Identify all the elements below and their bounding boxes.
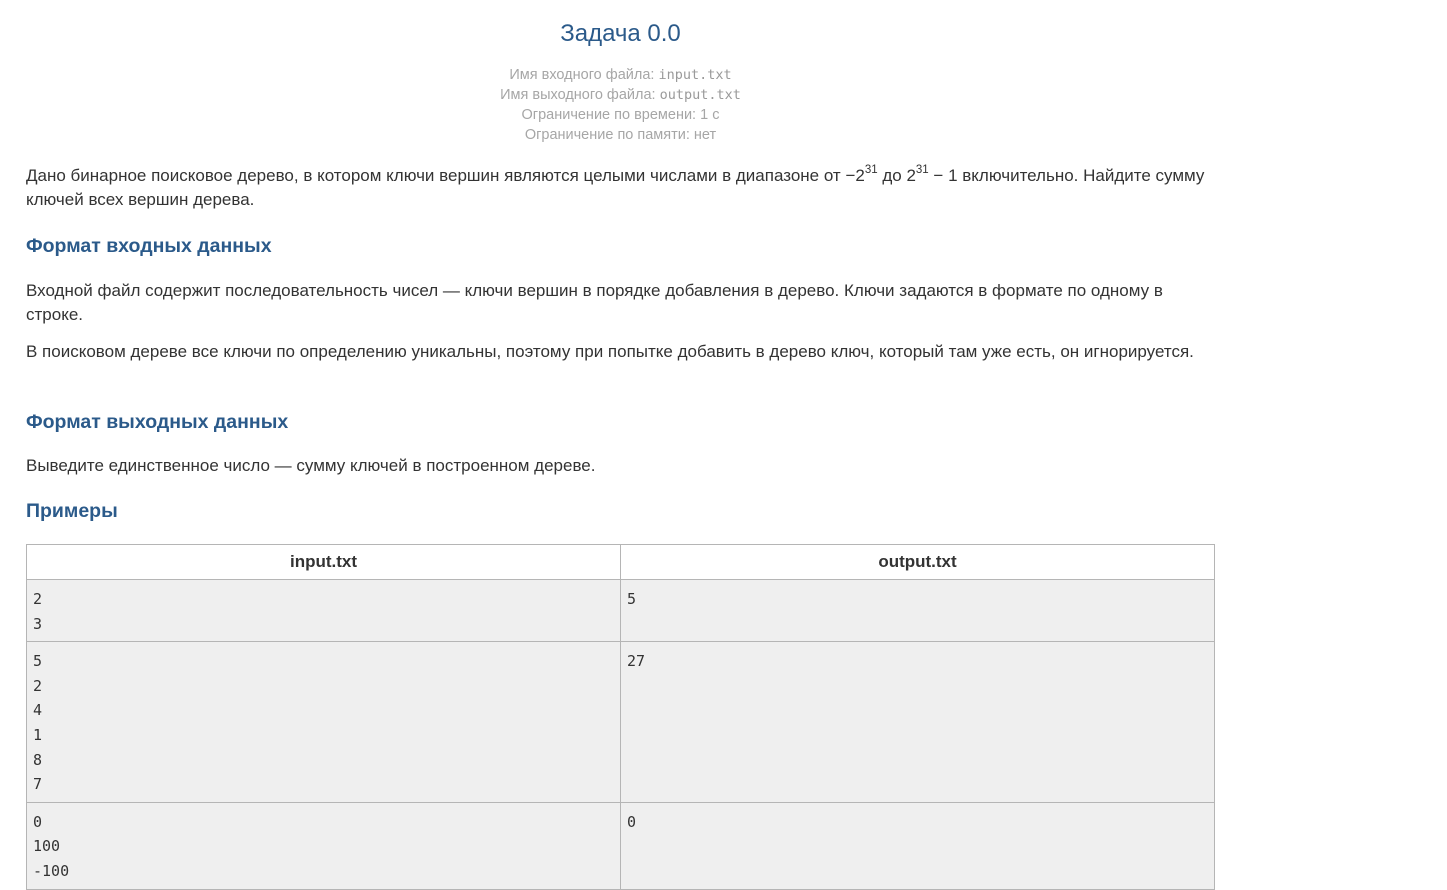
column-header-input: input.txt: [26, 544, 621, 580]
examples-heading: Примеры: [26, 500, 118, 522]
input-format-heading: Формат входных данных: [26, 235, 272, 257]
examples-table: input.txt output.txt 2 3 5 5 2 4 1 8 7 27 0 100 -100…: [26, 544, 1215, 890]
example-input-line: 5: [33, 652, 43, 671]
example-input-line: 2: [33, 676, 43, 695]
input-file-label: Имя входного файла:: [509, 67, 659, 83]
time-limit: Ограничение по времени: 1 с: [521, 107, 720, 123]
output-file-label: Имя выходного файла:: [500, 87, 660, 103]
problem-statement: Дано бинарное поисковое дерево, в которо…: [26, 164, 1215, 212]
input-file-name: input.txt: [658, 67, 732, 83]
example-input-line: 7: [33, 775, 43, 794]
column-header-output: output.txt: [620, 544, 1215, 580]
exponent-1: 31: [864, 164, 878, 177]
example-input-line: 3: [33, 614, 43, 633]
problem-title: Задача 0.0: [560, 20, 681, 47]
exponent-2: 31: [915, 164, 929, 177]
example-output-cell: 27: [620, 641, 1215, 803]
input-file-line: Имя входного файла: input.txt: [26, 65, 1215, 85]
example-input-line: 0: [33, 812, 43, 831]
examples-body: 2 3 5 5 2 4 1 8 7 27 0 100 -100 0: [26, 578, 1215, 890]
memory-limit: Ограничение по памяти: нет: [524, 127, 717, 143]
output-file-line: Имя выходного файла: output.txt: [26, 85, 1215, 105]
example-input-line: -100: [33, 861, 70, 880]
statement-text-2: до 2: [877, 166, 916, 185]
example-input-line: 8: [33, 750, 43, 769]
output-format-heading: Формат выходных данных: [26, 411, 289, 433]
output-format-paragraph: Выведите единственное число — сумму ключ…: [26, 456, 596, 475]
examples-header-row: input.txt output.txt: [26, 544, 1215, 580]
problem-limits: Имя входного файла: input.txt Имя выходн…: [26, 65, 1215, 145]
example-output-line: 5: [627, 590, 637, 608]
example-input-line: 100: [33, 837, 61, 856]
table-row: 0 100 -100 0: [26, 801, 1215, 890]
example-output-line: 27: [627, 652, 646, 671]
example-input-line: 1: [33, 725, 43, 744]
example-output-line: 0: [627, 812, 637, 831]
input-format-paragraph-1: Входной файл содержит последовательность…: [26, 281, 1163, 324]
table-row: 235: [26, 578, 1215, 643]
example-output-cell: 0: [620, 801, 1215, 890]
example-input-cell: 0 100 -100: [26, 801, 621, 890]
input-format-paragraph-2: В поисковом дереве все ключи по определе…: [26, 342, 1194, 361]
output-file-name: output.txt: [659, 87, 741, 103]
table-row: 5 2 4 1 8 7 27: [26, 641, 1215, 803]
example-input-cell: 23: [26, 578, 621, 643]
example-input-line: 4: [33, 701, 43, 720]
statement-text-1: Дано бинарное поисковое дерево, в которо…: [26, 166, 865, 185]
example-input-line: 2: [33, 590, 43, 608]
example-output-cell: 5: [620, 578, 1215, 643]
example-input-cell: 5 2 4 1 8 7: [26, 641, 621, 803]
